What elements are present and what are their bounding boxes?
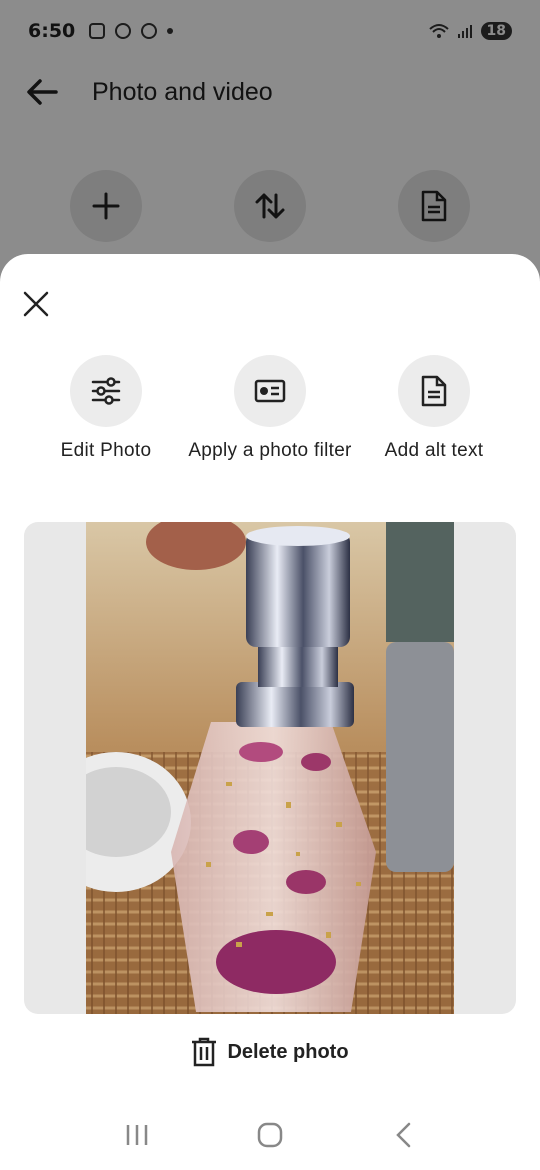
edit-photo-label: Edit Photo — [60, 440, 152, 461]
edit-photo-circle — [70, 355, 142, 427]
add-alt-text-button[interactable]: Add alt text — [349, 355, 519, 463]
edit-photo-button[interactable]: Edit Photo — [21, 355, 191, 463]
home-icon — [257, 1122, 283, 1148]
photo-preview — [86, 522, 454, 1014]
add-alt-text-label: Add alt text — [384, 440, 484, 461]
trash-icon — [192, 1037, 217, 1067]
filter-card-icon — [254, 379, 286, 403]
back-icon — [396, 1122, 411, 1148]
photo-options-sheet: Edit Photo Apply a photo filter Add alt … — [0, 254, 540, 1170]
add-alt-text-circle — [398, 355, 470, 427]
close-icon — [23, 291, 49, 317]
soap-dispenser-photo — [86, 522, 454, 1014]
system-nav-bar — [0, 1100, 540, 1170]
document-icon — [421, 375, 447, 407]
delete-photo-label: Delete photo — [227, 1040, 349, 1063]
apply-filter-label: Apply a photo filter — [188, 440, 352, 461]
nav-back-button[interactable] — [383, 1115, 423, 1155]
close-button[interactable] — [16, 284, 56, 324]
apply-filter-button[interactable]: Apply a photo filter — [185, 355, 355, 463]
recent-apps-button[interactable] — [117, 1115, 157, 1155]
apply-filter-circle — [234, 355, 306, 427]
sliders-icon — [91, 377, 121, 405]
recent-apps-icon — [126, 1125, 147, 1145]
photo-preview-frame — [24, 522, 516, 1014]
delete-photo-button[interactable]: Delete photo — [0, 1034, 540, 1070]
home-button[interactable] — [250, 1115, 290, 1155]
